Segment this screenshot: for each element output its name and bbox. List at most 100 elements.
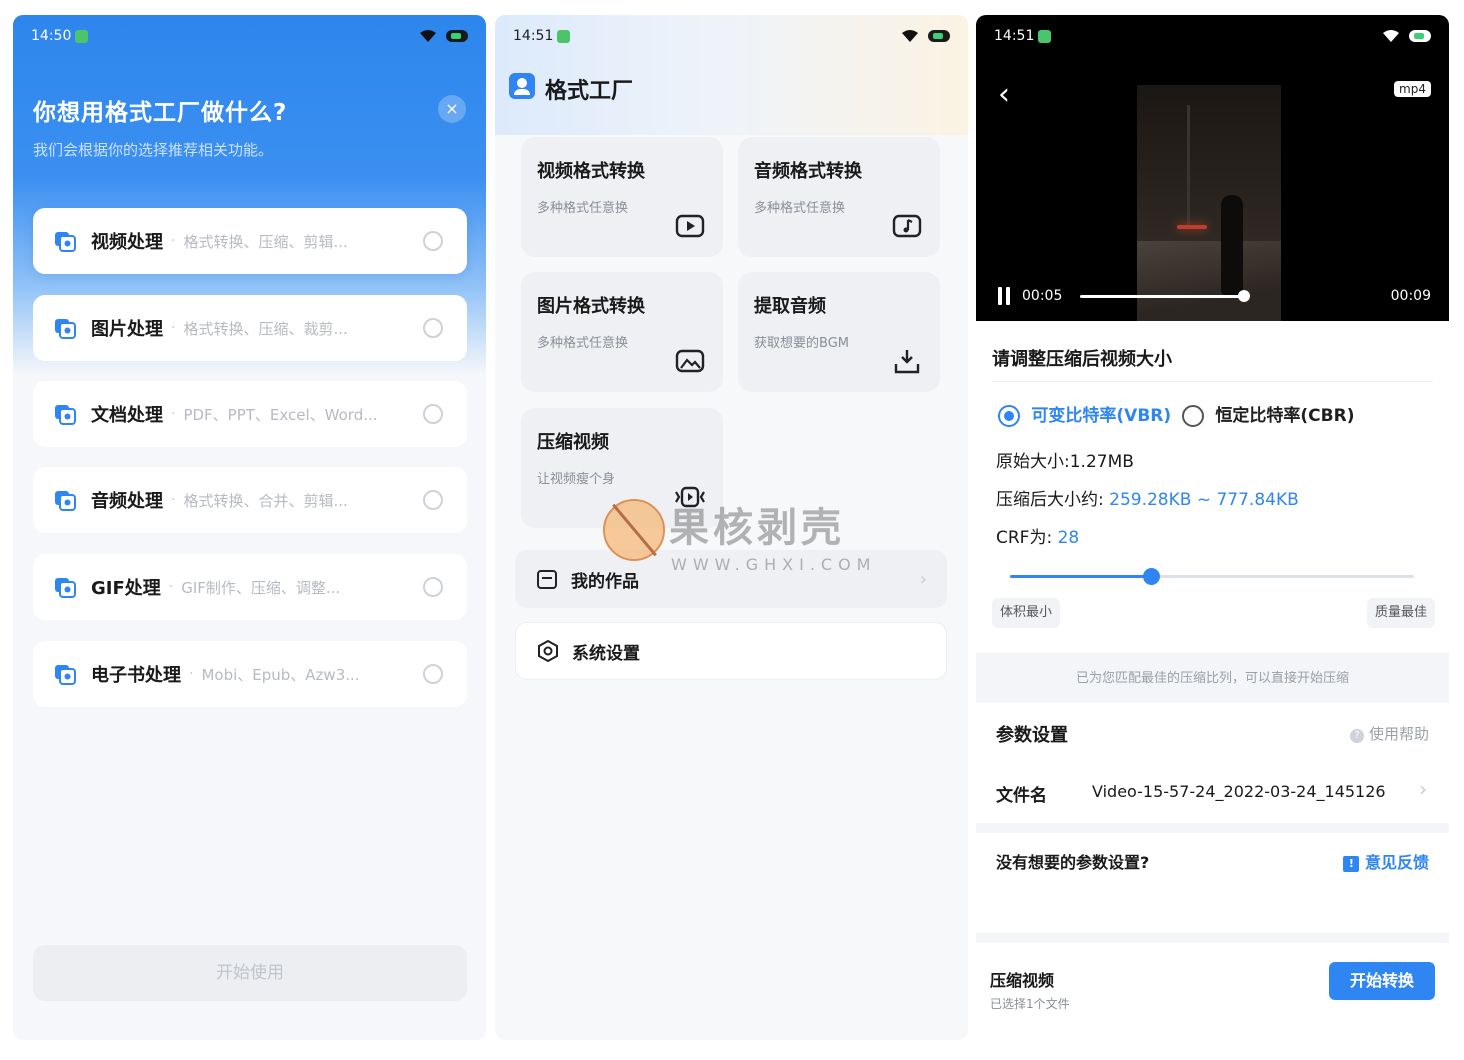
option-separator: · [168, 579, 174, 595]
cbr-option[interactable]: 恒定比特率(CBR) [1182, 401, 1354, 427]
settings-label: 系统设置 [572, 643, 640, 664]
app-notification-icon [1038, 29, 1052, 43]
footer-title: 压缩视频 [990, 971, 1055, 990]
option-name: 文档处理 [91, 405, 163, 426]
wifi-icon [1383, 30, 1399, 42]
compressed-size-value: 259.28KB ~ 777.84KB [1109, 490, 1299, 510]
option-name: 视频处理 [91, 232, 163, 253]
option-desc: 格式转换、压缩、裁剪... [183, 319, 348, 338]
vbr-label: 可变比特率(VBR) [1031, 406, 1172, 426]
filename-value[interactable]: Video-15-57-24_2022-03-24_145126 [1092, 782, 1386, 801]
cbr-label: 恒定比特率(CBR) [1215, 406, 1355, 426]
seek-knob[interactable] [1238, 290, 1250, 302]
option-desc: 格式转换、压缩、剪辑... [183, 232, 348, 251]
status-time: 14:50 [31, 28, 72, 44]
start-convert-button[interactable]: 开始转换 [1329, 962, 1435, 1000]
option-separator: · [171, 406, 176, 422]
feature-card[interactable]: 压缩视频 让视频瘦个身 [521, 408, 723, 528]
gif-icon [55, 578, 76, 598]
status-bar: 14:51 [976, 15, 1449, 57]
feature-card[interactable]: 提取音频 获取想要的BGM [738, 272, 940, 392]
close-icon[interactable]: × [438, 95, 466, 123]
app-notification-icon [557, 29, 571, 43]
card-title: 视频格式转换 [537, 161, 645, 182]
feature-card[interactable]: 图片格式转换 多种格式任意换 [521, 272, 723, 392]
crf-value: 28 [1057, 528, 1080, 548]
my-works-row[interactable]: 我的作品 › [515, 550, 947, 608]
hint-text: 已为您匹配最佳的压缩比列，可以直接开始压缩 [1075, 671, 1349, 686]
extract-audio-icon [894, 350, 920, 374]
filename-label: 文件名 [996, 786, 1047, 806]
image-icon [55, 319, 76, 339]
original-size-row: 原始大小:1.27MB [996, 447, 1134, 472]
option-item[interactable]: 音频处理 · 格式转换、合并、剪辑... [33, 467, 467, 533]
chip-best-quality[interactable]: 质量最佳 [1366, 598, 1435, 628]
option-name: GIF处理 [91, 578, 161, 599]
card-title: 音频格式转换 [754, 161, 862, 182]
page-subtitle: 我们会根据你的选择推荐相关功能。 [33, 141, 274, 159]
current-time: 00:05 [1022, 288, 1063, 304]
option-item[interactable]: 电子书处理 · Mobi、Epub、Azw3... [33, 641, 467, 707]
params-title: 参数设置 [996, 725, 1068, 746]
option-item[interactable]: GIF处理 · GIF制作、压缩、调整... [33, 554, 467, 620]
audio-icon [55, 491, 76, 511]
option-separator: · [171, 320, 176, 336]
radio-unselected-icon[interactable] [423, 318, 443, 338]
option-desc: Mobi、Epub、Azw3... [201, 665, 360, 684]
page-title: 你想用格式工厂做什么? [33, 100, 288, 126]
option-desc: PDF、PPT、Excel、Word... [183, 405, 378, 424]
app-logo-icon [509, 73, 535, 99]
card-title: 图片格式转换 [537, 296, 645, 317]
feedback-link[interactable]: ! 意见反馈 [1343, 849, 1429, 873]
option-separator: · [171, 233, 176, 249]
compressed-size-label: 压缩后大小约: [996, 490, 1104, 510]
crf-label: CRF为: [996, 528, 1053, 548]
no-param-text: 没有想要的参数设置? [996, 853, 1150, 872]
status-bar: 14:50 [13, 15, 486, 57]
card-title: 提取音频 [754, 296, 826, 317]
radio-unselected-icon[interactable] [423, 490, 443, 510]
params-panel: 参数设置 ? 使用帮助 文件名 Video-15-57-24_2022-03-2… [976, 703, 1449, 823]
video-player[interactable] [976, 15, 1449, 321]
wifi-icon [420, 30, 436, 42]
status-time: 14:51 [513, 28, 554, 44]
my-works-label: 我的作品 [571, 571, 639, 592]
chip-smallest[interactable]: 体积最小 [992, 598, 1061, 628]
radio-selected-icon [998, 405, 1020, 427]
battery-icon [446, 30, 468, 42]
help-link[interactable]: ? 使用帮助 [1350, 723, 1429, 744]
feature-card[interactable]: 视频格式转换 多种格式任意换 [521, 137, 723, 257]
total-time: 00:09 [1390, 288, 1431, 304]
back-arrow-icon[interactable]: ‹ [998, 77, 1010, 112]
option-desc: 格式转换、合并、剪辑... [183, 491, 348, 510]
option-item[interactable]: 文档处理 · PDF、PPT、Excel、Word... [33, 381, 467, 447]
start-button[interactable]: 开始使用 [33, 945, 467, 1001]
video-convert-icon [675, 214, 705, 238]
folder-icon [537, 570, 557, 589]
card-title: 压缩视频 [537, 432, 609, 453]
radio-unselected-icon[interactable] [423, 577, 443, 597]
vbr-option[interactable]: 可变比特率(VBR) [998, 401, 1171, 427]
settings-row[interactable]: 系统设置 [515, 622, 947, 680]
crf-row: CRF为: 28 [996, 523, 1079, 548]
option-name: 音频处理 [91, 491, 163, 512]
option-name: 图片处理 [91, 319, 163, 340]
radio-unselected-icon [1182, 405, 1204, 427]
pause-icon[interactable] [998, 287, 1012, 305]
original-size-label: 原始大小: [996, 452, 1070, 472]
status-time: 14:51 [994, 28, 1035, 44]
phone-compress: 14:51 ‹ mp4 00:05 00:09 请调整压缩后视频大小 可变比特率… [976, 15, 1449, 1040]
radio-unselected-icon[interactable] [423, 231, 443, 251]
feature-card[interactable]: 音频格式转换 多种格式任意换 [738, 137, 940, 257]
option-item[interactable]: 图片处理 · 格式转换、压缩、裁剪... [33, 295, 467, 361]
chevron-right-icon[interactable]: › [1419, 777, 1427, 801]
option-item[interactable]: 视频处理 · 格式转换、压缩、剪辑... [33, 208, 467, 274]
option-desc: GIF制作、压缩、调整... [181, 578, 341, 597]
section-title: 请调整压缩后视频大小 [992, 349, 1172, 370]
radio-unselected-icon[interactable] [423, 404, 443, 424]
radio-unselected-icon[interactable] [423, 664, 443, 684]
seek-bar[interactable] [1080, 295, 1244, 298]
feedback-panel: 没有想要的参数设置? ! 意见反馈 [976, 833, 1449, 933]
battery-icon [928, 30, 950, 42]
help-icon: ? [1350, 729, 1365, 743]
